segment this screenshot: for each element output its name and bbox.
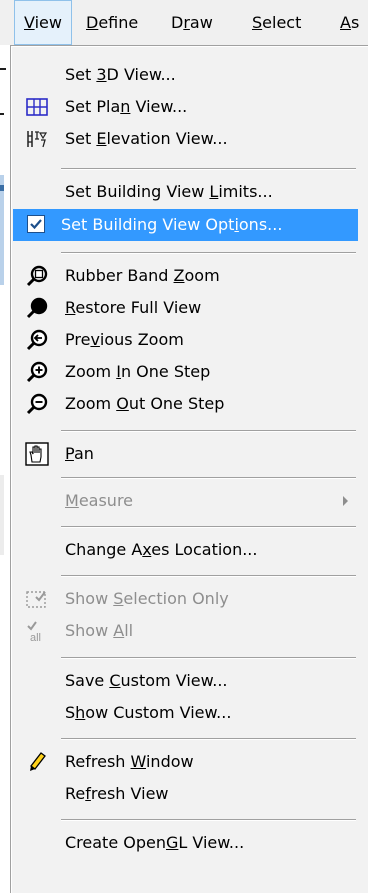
menu-item-show-selection-only[interactable]: Show Selection Only bbox=[13, 583, 358, 615]
menu-separator bbox=[61, 526, 356, 528]
background-window-edge bbox=[0, 45, 10, 893]
menu-select[interactable]: Select bbox=[252, 0, 301, 45]
menu-item-label: Show Selection Only bbox=[65, 589, 229, 608]
menu-item-label: Create OpenGL View... bbox=[65, 833, 245, 852]
menu-item-set-elevation-view[interactable]: Set Elevation View... bbox=[13, 123, 358, 155]
rubber-band-zoom-icon bbox=[25, 264, 49, 288]
menu-item-label: Set Building View Options... bbox=[61, 215, 283, 234]
menu-item-zoom-in-one-step[interactable]: Zoom In One Step bbox=[13, 356, 358, 388]
menu-define-label: Define bbox=[86, 13, 139, 32]
menu-item-restore-full-view[interactable]: Restore Full View bbox=[13, 292, 358, 324]
menu-item-label: Set Building View Limits... bbox=[65, 182, 273, 201]
menu-draw[interactable]: Draw bbox=[171, 0, 213, 45]
menu-item-label: Zoom In One Step bbox=[65, 362, 211, 381]
previous-zoom-icon bbox=[25, 328, 49, 352]
menu-separator bbox=[61, 657, 356, 659]
menu-separator bbox=[61, 738, 356, 740]
menu-item-label: Show All bbox=[65, 621, 134, 640]
menu-separator bbox=[61, 575, 356, 577]
window-fragment bbox=[0, 475, 4, 555]
view-menu-dropdown: Set 3D View... Set Plan View... Set Elev… bbox=[10, 45, 368, 893]
menu-item-zoom-out-one-step[interactable]: Zoom Out One Step bbox=[13, 388, 358, 420]
menu-item-label: Refresh Window bbox=[65, 752, 194, 771]
menu-item-label: Show Custom View... bbox=[65, 703, 232, 722]
plan-grid-icon bbox=[25, 95, 49, 119]
menu-item-set-plan-view[interactable]: Set Plan View... bbox=[13, 91, 358, 123]
menu-separator bbox=[61, 819, 356, 821]
pencil-icon bbox=[25, 750, 49, 774]
menu-item-set-building-view-options[interactable]: Set Building View Options... bbox=[13, 209, 358, 241]
checkbox-checked-icon bbox=[27, 215, 45, 233]
menu-item-label: Change Axes Location... bbox=[65, 540, 258, 559]
pan-hand-icon bbox=[25, 442, 49, 466]
menu-separator bbox=[61, 430, 356, 432]
menu-separator bbox=[61, 168, 356, 170]
menu-item-pan[interactable]: Pan bbox=[13, 438, 358, 470]
restore-full-view-icon bbox=[25, 296, 49, 320]
menu-view-label: View bbox=[24, 13, 62, 32]
menu-item-label: Pan bbox=[65, 444, 94, 463]
menu-item-label: Rubber Band Zoom bbox=[65, 266, 220, 285]
menu-select-label: Select bbox=[252, 13, 302, 32]
window-fragment bbox=[0, 185, 4, 191]
menu-draw-label: Draw bbox=[171, 13, 213, 32]
elevation-icon bbox=[25, 127, 49, 151]
menu-separator bbox=[61, 252, 356, 254]
menu-item-label: Set Elevation View... bbox=[65, 129, 228, 148]
menu-item-label: Previous Zoom bbox=[65, 330, 184, 349]
menu-item-refresh-window[interactable]: Refresh Window bbox=[13, 746, 358, 778]
window-fragment bbox=[0, 113, 4, 115]
menu-bar: View Define Draw Select As bbox=[0, 0, 368, 46]
submenu-arrow-icon bbox=[343, 496, 348, 506]
menu-item-measure[interactable]: Measure bbox=[13, 485, 358, 517]
window-fragment bbox=[0, 68, 6, 70]
menu-item-label: Set 3D View... bbox=[65, 65, 176, 84]
zoom-in-icon bbox=[25, 360, 49, 384]
menu-item-set-3d-view[interactable]: Set 3D View... bbox=[13, 59, 358, 91]
menu-item-label: Save Custom View... bbox=[65, 671, 228, 690]
menu-item-label: Measure bbox=[65, 491, 134, 510]
menu-view[interactable]: View bbox=[14, 0, 72, 45]
menu-item-refresh-view[interactable]: Refresh View bbox=[13, 778, 358, 810]
menu-item-change-axes-location[interactable]: Change Axes Location... bbox=[13, 534, 358, 566]
show-all-icon: all bbox=[25, 619, 49, 644]
menu-item-label: Zoom Out One Step bbox=[65, 394, 225, 413]
menu-item-set-building-view-limits[interactable]: Set Building View Limits... bbox=[13, 176, 358, 208]
menu-item-label: Restore Full View bbox=[65, 298, 202, 317]
zoom-out-icon bbox=[25, 392, 49, 416]
menu-item-label: Set Plan View... bbox=[65, 97, 188, 116]
menu-separator bbox=[61, 477, 356, 479]
show-selection-icon bbox=[25, 587, 49, 611]
menu-item-label: Refresh View bbox=[65, 784, 169, 803]
menu-item-show-custom-view[interactable]: Show Custom View... bbox=[13, 697, 358, 729]
menu-item-previous-zoom[interactable]: Previous Zoom bbox=[13, 324, 358, 356]
menu-item-show-all[interactable]: all Show All bbox=[13, 615, 358, 647]
menu-define[interactable]: Define bbox=[86, 0, 138, 45]
menu-item-rubber-band-zoom[interactable]: Rubber Band Zoom bbox=[13, 260, 358, 292]
window-fragment bbox=[0, 175, 4, 285]
svg-text:all: all bbox=[30, 632, 41, 643]
menu-item-save-custom-view[interactable]: Save Custom View... bbox=[13, 665, 358, 697]
menu-assign-label: As bbox=[340, 13, 360, 32]
menu-item-create-opengl-view[interactable]: Create OpenGL View... bbox=[13, 827, 358, 859]
menu-assign[interactable]: As bbox=[340, 0, 359, 45]
